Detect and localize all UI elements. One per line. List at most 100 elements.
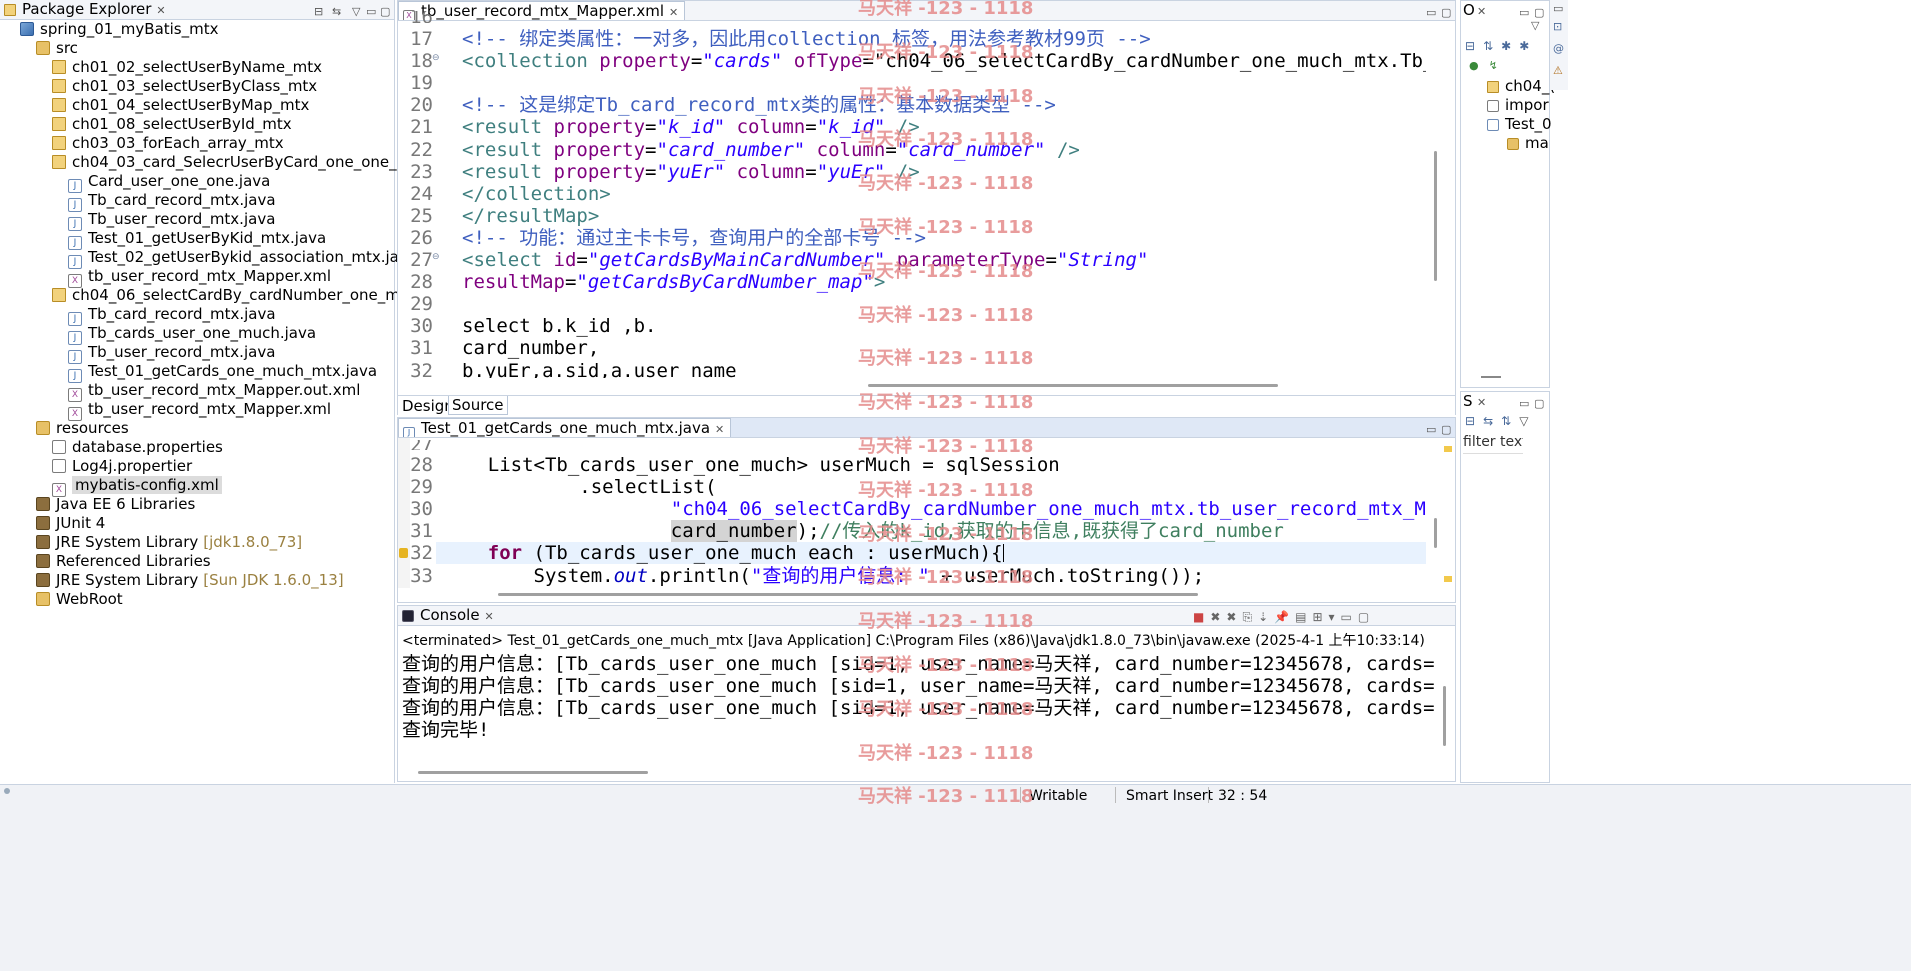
java-horizontal-scrollbar[interactable]: [498, 593, 1198, 596]
minimize-icon[interactable]: ▭: [1553, 2, 1563, 15]
declaration-icon[interactable]: ⊡: [1553, 20, 1562, 33]
library-icon: [36, 516, 50, 530]
line-number: 22: [410, 138, 433, 161]
code-token: //传入的k_id,获取的卡信息,既获得了card_number: [819, 520, 1284, 543]
code-token: "ch04_06_selectCardBy_cardNumber_one_muc…: [670, 498, 1426, 521]
tab-console[interactable]: Console ✕: [398, 606, 500, 625]
code-line: </collection>: [462, 182, 611, 205]
collapse-icon[interactable]: ⊟: [1465, 414, 1483, 428]
minimize-icon[interactable]: ▭: [1426, 3, 1436, 20]
tree-item-label: Test_01_getCards_one_much_mtx.java: [88, 362, 378, 380]
console-output[interactable]: 查询的用户信息：[Tb_cards_user_one_much [sid=1, …: [402, 653, 1436, 765]
java-tab-label: Test_01_getCards_one_much_mtx.java: [421, 419, 711, 437]
package-icon: [1487, 81, 1499, 93]
fold-icon[interactable]: ⊖: [432, 252, 440, 262]
sort-icon[interactable]: ⇅: [1483, 39, 1501, 53]
sort-icon[interactable]: ⇅: [1501, 414, 1519, 428]
java-editor-panel: J Test_01_getCards_one_much_mtx.java ✕ ▭ ▢…: [397, 417, 1456, 603]
tab-xml-mapper[interactable]: Xtb_user_record_mtx_Mapper.xml ✕: [398, 1, 686, 20]
hide-fields-icon[interactable]: ✱: [1501, 39, 1519, 53]
tab-java-test[interactable]: J Test_01_getCards_one_much_mtx.java ✕: [398, 418, 732, 437]
line-number: 31: [410, 337, 433, 360]
close-icon[interactable]: ✕: [485, 610, 494, 623]
maximize-icon[interactable]: ▢: [1358, 610, 1375, 624]
tab-package-explorer[interactable]: Package Explorer ✕: [0, 0, 172, 19]
minimize-icon[interactable]: ▭: [1519, 3, 1529, 21]
java-vertical-scrollbar[interactable]: [1434, 518, 1437, 548]
code-token: card_number: [670, 520, 797, 543]
minimize-icon[interactable]: ▭: [1519, 394, 1529, 412]
hide-static-icon[interactable]: ✱: [1519, 39, 1537, 53]
maximize-icon[interactable]: ▢: [1441, 420, 1451, 437]
outline-toolbar: ⊟⇅✱✱: [1465, 39, 1537, 53]
problems-icon[interactable]: ⚠: [1553, 64, 1563, 77]
filter-input[interactable]: filter text: [1463, 434, 1523, 454]
console-panel: Console ✕ ■✖✖⎘⇣📌▤⊞▾▭▢ <terminated> Test_0…: [397, 605, 1456, 782]
remove-launch-icon[interactable]: ✖: [1210, 610, 1226, 624]
collapse-icon[interactable]: ⊟: [1465, 39, 1483, 53]
minimize-icon[interactable]: ▭: [1341, 610, 1358, 624]
text-cursor: [1002, 544, 1004, 563]
line-number: 24: [410, 182, 433, 205]
code-token: System.: [442, 564, 614, 587]
view-menu-icon[interactable]: ▾: [1329, 610, 1341, 624]
tree-item-label: ch01_04_selectUserByMap_mtx: [72, 96, 310, 114]
console-line: 查询的用户信息：[Tb_cards_user_one_much [sid=1, …: [402, 697, 1436, 719]
tree-item-label: database.properties: [72, 438, 223, 456]
display-console-icon[interactable]: ▤: [1295, 610, 1312, 624]
xml-horizontal-scrollbar[interactable]: [868, 384, 1278, 387]
line-number: 17: [410, 28, 433, 50]
tab-design[interactable]: Design: [402, 397, 454, 415]
minimize-icon[interactable]: ▭: [1426, 420, 1436, 437]
code-line: <select id="getCardsByMainCardNumber" pa…: [462, 249, 1149, 271]
line-number: 19: [410, 72, 433, 95]
link-icon[interactable]: ⇆: [1483, 414, 1501, 428]
close-icon[interactable]: ✕: [669, 6, 678, 19]
console-line: 查询的用户信息：[Tb_cards_user_one_much [sid=1, …: [402, 675, 1436, 697]
maximize-icon[interactable]: ▢: [1441, 3, 1451, 20]
clear-console-icon[interactable]: ⎘: [1242, 610, 1258, 624]
status-bar: Writable Smart Insert 32 : 54: [0, 784, 1911, 971]
view-menu-icon[interactable]: ▽: [1531, 19, 1539, 32]
close-icon[interactable]: ✕: [715, 423, 724, 436]
pin-console-icon[interactable]: 📌: [1274, 610, 1295, 624]
terminate-icon[interactable]: ■: [1193, 610, 1210, 624]
servers-panel: S ✕ ▭ ▢ ⊟⇆⇅▽ filter text: [1460, 391, 1550, 783]
tree-item-label: Tb_user_record_mtx.java: [88, 343, 276, 361]
code-line: List<Tb_cards_user_one_much> userMuch = …: [442, 454, 1426, 476]
close-icon[interactable]: ✕: [156, 4, 165, 17]
java-code-area[interactable]: 28 List<Tb_cards_user_one_much> userMuch…: [398, 454, 1428, 594]
line-number: 29: [410, 476, 433, 499]
line-number: 32: [410, 359, 433, 379]
package-icon: [52, 155, 66, 169]
close-icon[interactable]: ✕: [1477, 393, 1486, 412]
servers-title[interactable]: S: [1463, 392, 1473, 411]
xml-tab-label: tb_user_record_mtx_Mapper.xml: [421, 2, 665, 20]
console-horizontal-scrollbar[interactable]: [418, 771, 648, 774]
view-menu-icon[interactable]: ▽: [1519, 414, 1536, 428]
console-icon: [402, 610, 414, 622]
tree-item[interactable]: WebRoot: [36, 588, 123, 611]
tree-item-suffix: [jdk1.8.0_73]: [203, 533, 303, 551]
code-line: <!-- 功能：通过主卡卡号，查询用户的全部卡号 -->: [462, 226, 926, 249]
scroll-lock-icon[interactable]: ⇣: [1258, 610, 1274, 624]
local-types-icon[interactable]: ↯: [1489, 59, 1508, 72]
outline-item[interactable]: ma: [1507, 132, 1549, 155]
remove-all-icon[interactable]: ✖: [1226, 610, 1242, 624]
close-icon[interactable]: ✕: [1477, 2, 1486, 21]
maximize-icon[interactable]: ▢: [1534, 394, 1544, 412]
console-vertical-scrollbar[interactable]: [1443, 686, 1446, 746]
package-icon: [52, 60, 66, 74]
xml-code-area[interactable]: 17 <!-- 绑定类属性：一对多，因此用collection 标签，用法参考教材…: [398, 28, 1428, 378]
fold-icon[interactable]: ⊖: [432, 53, 440, 63]
right-trim-toolbar: ▭ ⊡ @ ⚠: [1550, 0, 1568, 90]
tab-source[interactable]: Source: [448, 396, 508, 415]
console-line: 查询的用户信息：[Tb_cards_user_one_much [sid=1, …: [402, 653, 1436, 675]
overview-marker: [1444, 576, 1452, 582]
outline-title[interactable]: O: [1463, 1, 1475, 20]
public-filter-icon[interactable]: ●: [1469, 59, 1489, 72]
javadoc-icon[interactable]: @: [1553, 42, 1564, 55]
open-console-icon[interactable]: ⊞: [1312, 610, 1328, 624]
xml-vertical-scrollbar[interactable]: [1434, 151, 1437, 281]
